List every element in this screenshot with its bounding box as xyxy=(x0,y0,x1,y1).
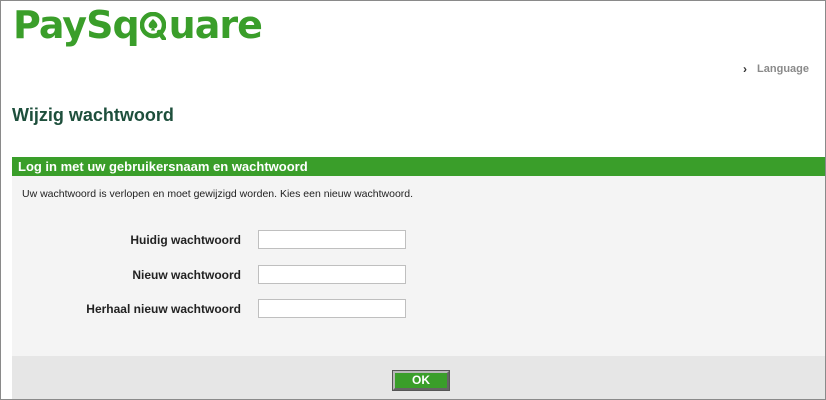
language-label[interactable]: Language xyxy=(757,63,809,75)
new-password-row: Nieuw wachtwoord xyxy=(12,265,825,285)
language-selector[interactable]: › Language xyxy=(743,62,809,76)
button-bar: OK xyxy=(12,356,825,399)
new-password-label: Nieuw wachtwoord xyxy=(132,268,241,282)
page-title: Wijzig wachtwoord xyxy=(12,105,174,125)
repeat-password-label: Herhaal nieuw wachtwoord xyxy=(86,302,241,316)
logo-text-left: PaySq xyxy=(13,3,140,47)
current-password-row: Huidig wachtwoord xyxy=(12,230,825,250)
page-frame: PaySq uare › Language Wijzig wachtwoord … xyxy=(0,0,826,400)
current-password-field[interactable] xyxy=(258,230,406,249)
repeat-password-row: Herhaal nieuw wachtwoord xyxy=(12,299,825,319)
repeat-password-field[interactable] xyxy=(258,299,406,318)
paysquare-logo: PaySq uare xyxy=(13,3,263,49)
change-password-panel: Uw wachtwoord is verlopen en moet gewijz… xyxy=(12,176,825,399)
current-password-label: Huidig wachtwoord xyxy=(130,233,241,247)
expired-password-message: Uw wachtwoord is verlopen en moet gewijz… xyxy=(22,188,414,200)
login-panel-header: Log in met uw gebruikersnaam en wachtwoo… xyxy=(12,157,825,176)
ok-button[interactable]: OK xyxy=(392,370,450,391)
new-password-field[interactable] xyxy=(258,265,406,284)
logo-text-right: uare xyxy=(168,3,263,47)
chevron-right-icon: › xyxy=(743,62,748,76)
spade-icon xyxy=(139,8,168,40)
